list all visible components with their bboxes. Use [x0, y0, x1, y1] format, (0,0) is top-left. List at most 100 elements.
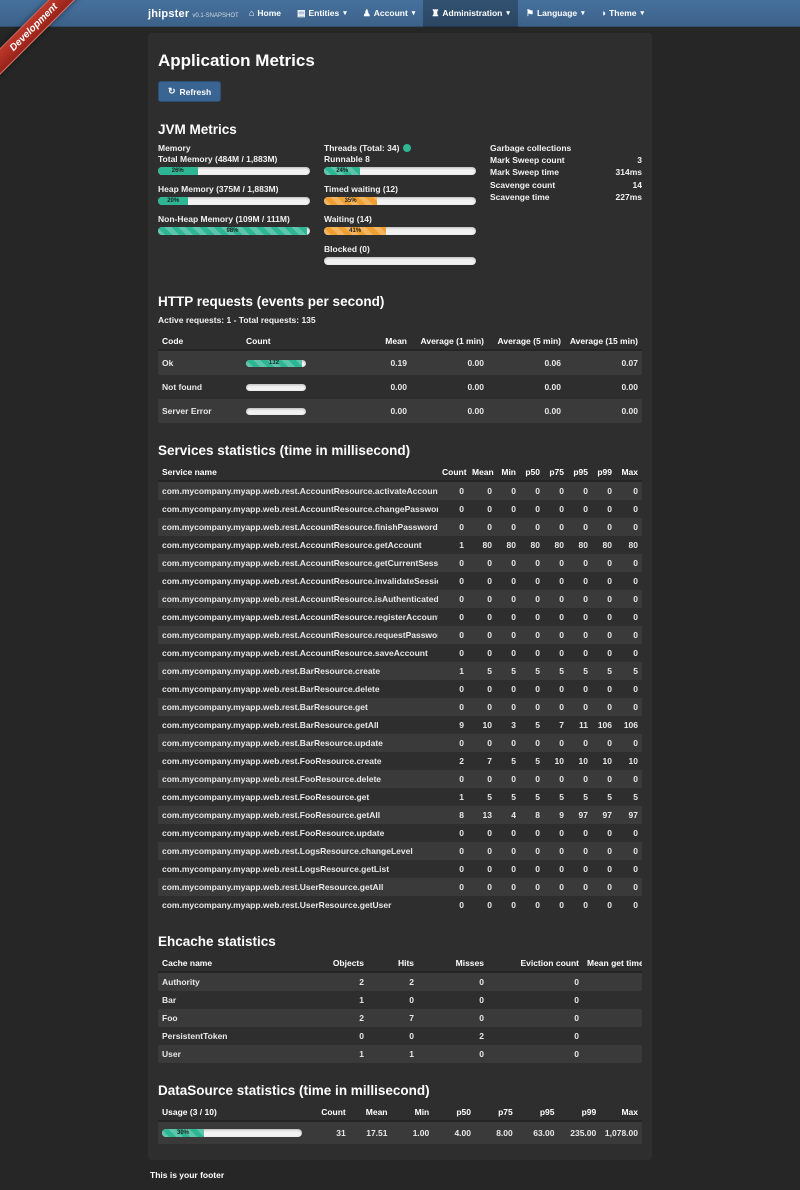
table-row: com.mycompany.myapp.web.rest.LogsResourc… — [158, 860, 642, 878]
cache-value-cell: 2 — [368, 972, 418, 991]
service-value-cell: 0 — [568, 626, 592, 644]
table-row: Foo2700 — [158, 1009, 642, 1027]
service-value-cell: 5 — [544, 662, 568, 680]
service-value-cell: 106 — [616, 716, 642, 734]
column-header: Count — [438, 464, 468, 481]
nav-item-theme[interactable]: ◑Theme▾ — [593, 0, 652, 27]
service-name-cell: com.mycompany.myapp.web.rest.AccountReso… — [158, 608, 438, 626]
table-row: com.mycompany.myapp.web.rest.AccountReso… — [158, 554, 642, 572]
service-value-cell: 10 — [616, 752, 642, 770]
service-name-cell: com.mycompany.myapp.web.rest.AccountReso… — [158, 590, 438, 608]
cache-value-cell: 0 — [488, 1009, 583, 1027]
cache-value-cell: 0 — [418, 1009, 488, 1027]
service-value-cell: 0 — [592, 572, 616, 590]
http-requests-table: CodeCountMeanAverage (1 min)Average (5 m… — [158, 333, 642, 423]
user-icon: ♟ — [363, 9, 371, 18]
service-value-cell: 0 — [520, 554, 544, 572]
service-value-cell: 5 — [520, 788, 544, 806]
http-requests-summary: Active requests: 1 - Total requests: 135 — [158, 315, 642, 325]
service-name-cell: com.mycompany.myapp.web.rest.AccountReso… — [158, 500, 438, 518]
column-header: p75 — [544, 464, 568, 481]
service-value-cell: 13 — [468, 806, 496, 824]
brand-name: jhipster — [148, 8, 189, 20]
service-value-cell: 5 — [520, 662, 544, 680]
jvm-metric: Timed waiting (12)35% — [324, 184, 476, 205]
column-header: Count — [242, 333, 334, 350]
table-row: com.mycompany.myapp.web.rest.LogsResourc… — [158, 842, 642, 860]
datasource-value-cell: 63.00 — [517, 1121, 559, 1144]
column-header: p50 — [520, 464, 544, 481]
http-code-cell: Ok — [158, 350, 242, 375]
service-name-cell: com.mycompany.myapp.web.rest.FooResource… — [158, 824, 438, 842]
gc-value: 14 — [633, 179, 642, 191]
service-value-cell: 0 — [496, 518, 520, 536]
thread-dump-icon[interactable] — [403, 144, 411, 152]
service-value-cell: 0 — [616, 554, 642, 572]
http-count-bar: 132 — [246, 360, 306, 367]
nav-item-administration[interactable]: ♜Administration▾ — [423, 0, 518, 27]
service-value-cell: 4 — [496, 806, 520, 824]
refresh-button[interactable]: ↻ Refresh — [158, 81, 221, 102]
service-value-cell: 0 — [520, 680, 544, 698]
service-value-cell: 8 — [520, 806, 544, 824]
service-value-cell: 0 — [468, 590, 496, 608]
column-header: Average (5 min) — [488, 333, 565, 350]
metric-progress-bar — [324, 257, 476, 265]
table-row: com.mycompany.myapp.web.rest.FooResource… — [158, 824, 642, 842]
service-value-cell: 0 — [616, 590, 642, 608]
service-value-cell: 0 — [592, 734, 616, 752]
metric-progress-bar: 41% — [324, 227, 476, 235]
service-value-cell: 0 — [520, 481, 544, 500]
nav-item-label: Entities — [309, 0, 340, 27]
nav-item-account[interactable]: ♟Account▾ — [355, 0, 424, 27]
table-row: com.mycompany.myapp.web.rest.AccountReso… — [158, 626, 642, 644]
service-value-cell: 0 — [544, 500, 568, 518]
http-value-cell: 0.00 — [411, 399, 488, 423]
service-value-cell: 0 — [496, 680, 520, 698]
nav-item-home[interactable]: ⌂Home — [241, 0, 289, 27]
datasource-value-cell: 17.51 — [350, 1121, 392, 1144]
table-row: com.mycompany.myapp.web.rest.AccountReso… — [158, 518, 642, 536]
service-value-cell: 0 — [520, 608, 544, 626]
service-value-cell: 0 — [568, 554, 592, 572]
progress-bar-fill: 41% — [324, 227, 386, 235]
table-row: com.mycompany.myapp.web.rest.AccountReso… — [158, 572, 642, 590]
service-value-cell: 0 — [592, 878, 616, 896]
table-row: com.mycompany.myapp.web.rest.AccountReso… — [158, 536, 642, 554]
service-value-cell: 0 — [616, 481, 642, 500]
service-value-cell: 0 — [438, 590, 468, 608]
service-value-cell: 0 — [468, 824, 496, 842]
nav-item-language[interactable]: ⚑Language▾ — [518, 0, 593, 27]
table-row: Bar1000 — [158, 991, 642, 1009]
service-value-cell: 10 — [568, 752, 592, 770]
service-value-cell: 0 — [496, 644, 520, 662]
service-value-cell: 0 — [568, 842, 592, 860]
metric-label: Heap Memory (375M / 1,883M) — [158, 184, 310, 194]
datasource-statistics-table: Usage (3 / 10)CountMeanMinp50p75p95p99Ma… — [158, 1104, 642, 1144]
service-value-cell: 0 — [616, 518, 642, 536]
brand[interactable]: jhipster v0.1-SNAPSHOT — [148, 8, 239, 20]
nav-item-label: Administration — [442, 0, 502, 27]
http-count-bar — [246, 408, 306, 415]
service-value-cell: 0 — [616, 842, 642, 860]
service-value-cell: 0 — [616, 734, 642, 752]
service-name-cell: com.mycompany.myapp.web.rest.FooResource… — [158, 770, 438, 788]
cache-value-cell: 7 — [368, 1009, 418, 1027]
cache-value-cell — [583, 1027, 642, 1045]
service-value-cell: 0 — [544, 590, 568, 608]
service-value-cell: 0 — [592, 608, 616, 626]
service-value-cell: 80 — [520, 536, 544, 554]
service-value-cell: 0 — [568, 500, 592, 518]
http-count-cell: 132 — [242, 350, 334, 375]
column-header: p99 — [592, 464, 616, 481]
table-row: Not found0.000.000.000.00 — [158, 375, 642, 399]
table-row: com.mycompany.myapp.web.rest.AccountReso… — [158, 644, 642, 662]
service-value-cell: 0 — [438, 481, 468, 500]
gc-row: Mark Sweep count3 — [490, 154, 642, 166]
gc-value: 227ms — [616, 191, 642, 203]
nav-item-entities[interactable]: ▤Entities▾ — [289, 0, 355, 27]
service-value-cell: 5 — [496, 788, 520, 806]
service-value-cell: 0 — [544, 770, 568, 788]
service-name-cell: com.mycompany.myapp.web.rest.BarResource… — [158, 734, 438, 752]
gc-label: Mark Sweep time — [490, 166, 559, 178]
